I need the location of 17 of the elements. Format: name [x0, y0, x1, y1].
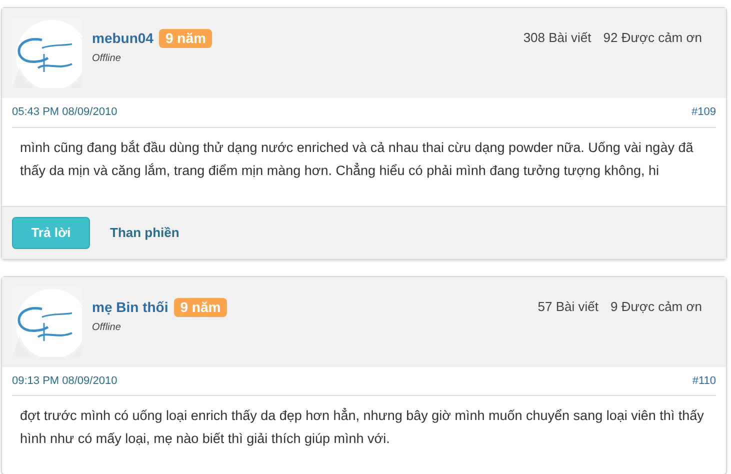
post-time: 09:13 PM 08/09/2010	[12, 374, 118, 388]
post-number-link[interactable]: #110	[692, 372, 716, 389]
post-count: 57 Bài viết	[538, 298, 598, 316]
thanks-count: 92 Được cảm ơn	[603, 29, 702, 47]
status-text: Offline	[92, 52, 122, 66]
thanks-count: 9 Được cảm ơn	[610, 298, 702, 316]
report-link[interactable]: Than phiền	[110, 222, 180, 242]
status-text: Offline	[92, 320, 122, 334]
membership-badge: 9 năm	[174, 298, 227, 316]
post-time: 05:43 PM 08/09/2010	[12, 105, 118, 120]
post-body: đợt trước mình có uống loại enrich thấy da đẹp hơn hẳn, nhưng bây giờ mình muốn chuyển sang loại viên thì thấy hình như có mấy loại, mẹ nào biết thì giải thích giúp mình với.	[19, 406, 705, 448]
post-body: mình cũng đang bắt đầu dùng thử dạng nước enriched và cả nhau thai cừu dạng powder nữa. Uống vài ngày đã thấy da mịn và căng lắm, trang điểm mịn màng hơn. Chẳng hiểu có phải mình đang tưởng tượng không, hi	[19, 138, 694, 180]
post-number-link[interactable]: #109	[692, 104, 716, 120]
membership-badge: 9 năm	[159, 29, 212, 48]
username-link[interactable]: mebun04	[92, 28, 154, 49]
username-link[interactable]: mẹ Bin thối	[92, 296, 168, 318]
post-count: 308 Bài viết	[523, 29, 592, 47]
